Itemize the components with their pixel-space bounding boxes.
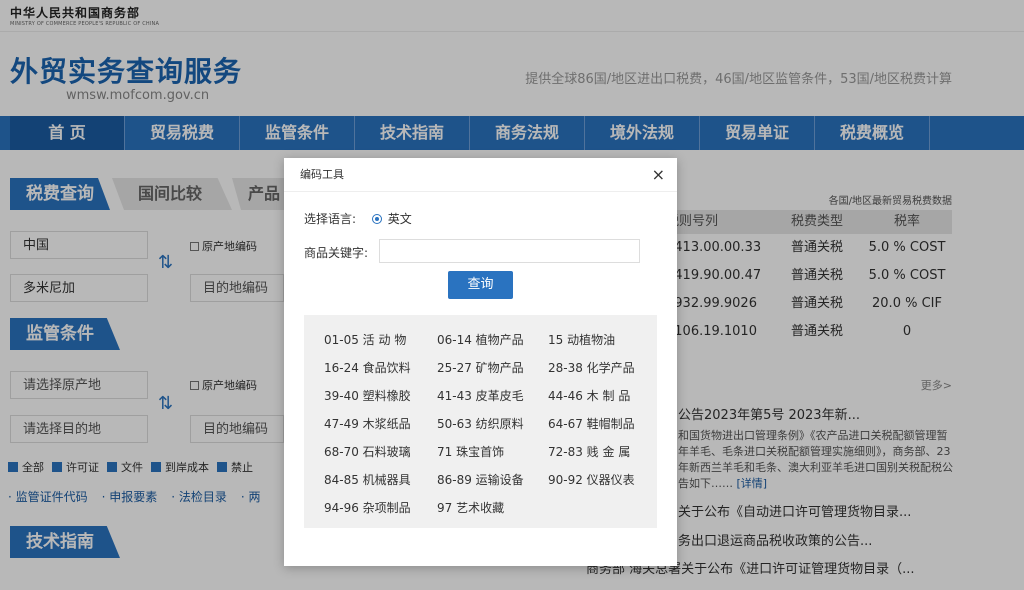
- language-option-english[interactable]: 英文: [388, 212, 412, 226]
- language-row: 选择语言: 英文: [304, 210, 412, 227]
- code-category[interactable]: 15 动植物油: [548, 331, 615, 348]
- code-category[interactable]: 39-40 塑料橡胶: [324, 387, 411, 404]
- code-category[interactable]: 44-46 木 制 品: [548, 387, 630, 404]
- dialog-title: 编码工具: [300, 168, 344, 181]
- language-label: 选择语言:: [304, 212, 357, 226]
- code-category[interactable]: 97 艺术收藏: [437, 499, 504, 516]
- code-category[interactable]: 64-67 鞋帽制品: [548, 415, 635, 432]
- code-category[interactable]: 41-43 皮革皮毛: [437, 387, 524, 404]
- code-category[interactable]: 90-92 仪器仪表: [548, 471, 635, 488]
- code-category[interactable]: 47-49 木浆纸品: [324, 415, 411, 432]
- code-category[interactable]: 86-89 运输设备: [437, 471, 524, 488]
- code-category[interactable]: 94-96 杂项制品: [324, 499, 411, 516]
- code-category[interactable]: 28-38 化学产品: [548, 359, 635, 376]
- code-category[interactable]: 50-63 纺织原料: [437, 415, 524, 432]
- radio-icon[interactable]: [371, 214, 382, 224]
- code-category[interactable]: 01-05 活 动 物: [324, 331, 406, 348]
- code-category[interactable]: 16-24 食品饮料: [324, 359, 411, 376]
- keyword-label: 商品关键字:: [304, 246, 369, 260]
- keyword-input[interactable]: [379, 239, 640, 263]
- code-category[interactable]: 72-83 贱 金 属: [548, 443, 630, 460]
- code-category[interactable]: 06-14 植物产品: [437, 331, 524, 348]
- code-category[interactable]: 71 珠宝首饰: [437, 443, 504, 460]
- code-category[interactable]: 25-27 矿物产品: [437, 359, 524, 376]
- hs-code-category-panel: 01-05 活 动 物 06-14 植物产品 15 动植物油 16-24 食品饮…: [304, 315, 657, 528]
- search-button[interactable]: 查询: [448, 271, 513, 299]
- close-icon[interactable]: ×: [652, 158, 665, 192]
- dialog-header: 编码工具 ×: [284, 158, 677, 192]
- code-tool-dialog: 编码工具 × 选择语言: 英文 商品关键字: 查询 01-05 活 动 物 06…: [284, 158, 677, 566]
- code-category[interactable]: 68-70 石料玻璃: [324, 443, 411, 460]
- code-category[interactable]: 84-85 机械器具: [324, 471, 411, 488]
